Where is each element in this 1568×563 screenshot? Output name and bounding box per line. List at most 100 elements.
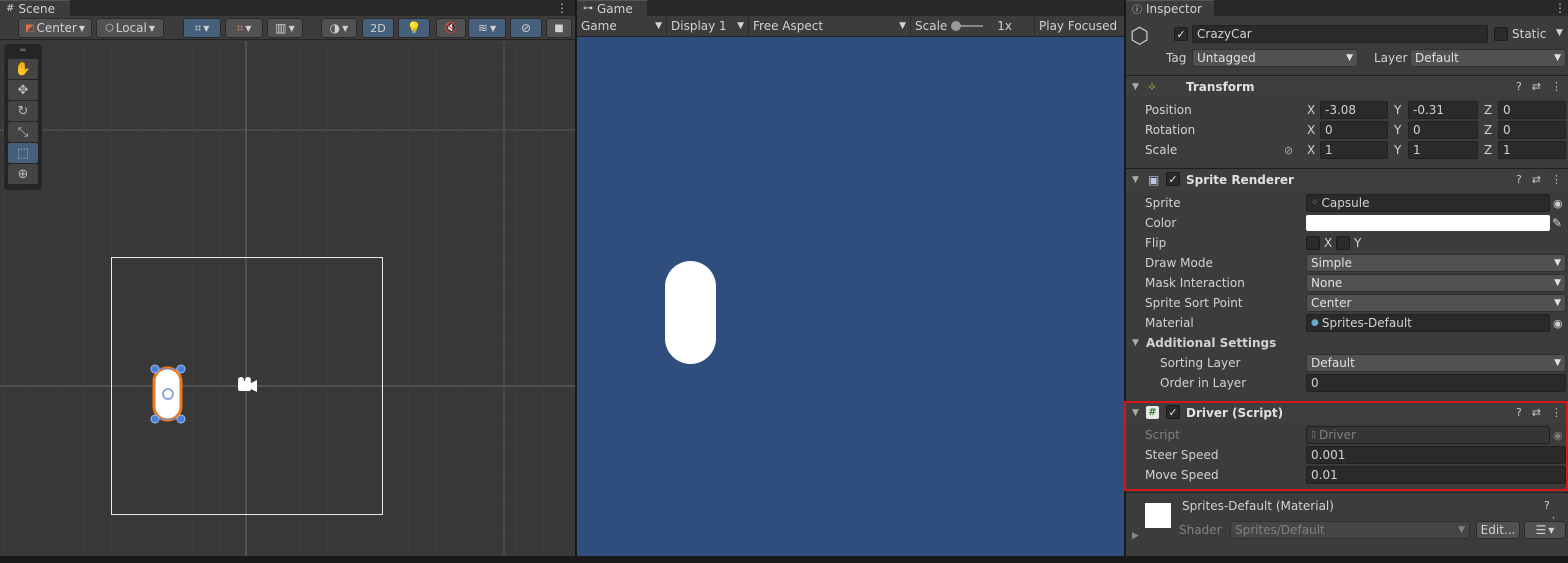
material-title: Sprites-Default (Material) (1182, 499, 1334, 513)
scene-grid[interactable] (0, 41, 575, 556)
lighting-toggle[interactable]: 💡 (398, 18, 430, 38)
help-icon[interactable]: ? (1516, 173, 1522, 186)
scale-tool[interactable]: ⤡ (8, 122, 38, 142)
move-speed-field[interactable]: 0.01 (1306, 466, 1566, 484)
game-view-dropdown[interactable]: Game ▼ (577, 15, 667, 37)
sort-point-row: Sprite Sort Point Center ▼ (1126, 293, 1568, 313)
inspector-panel: ⓘ Inspector ⋮ ⬡ ✓ CrazyCar Static ▼ Tag … (1126, 0, 1568, 556)
increment-snap-button[interactable]: ⌗ ▼ (225, 18, 263, 38)
order-in-layer-field[interactable]: 0 (1306, 374, 1566, 392)
static-checkbox[interactable] (1494, 27, 1508, 41)
display-dropdown[interactable]: Display 1 ▼ (667, 15, 749, 37)
scale-slider[interactable]: Scale 1x (911, 15, 1035, 37)
object-picker-icon[interactable]: ◉ (1553, 197, 1563, 210)
help-icon[interactable]: ? (1516, 80, 1522, 93)
foldout-arrow-icon[interactable]: ▼ (1132, 338, 1139, 348)
material-field[interactable]: ● Sprites-Default (1306, 314, 1550, 332)
rotate-tool[interactable]: ↻ (8, 101, 38, 121)
scene-view[interactable]: # Scene ⋮ ◩ Center ▼ ⬡ Local ▼ ⌗ ▼ ⌗ ▼ ▥ ▼ ◑ ▼… (0, 0, 575, 556)
mask-interaction-dropdown[interactable]: None ▼ (1306, 274, 1566, 292)
drag-handle-icon[interactable]: ═ (4, 44, 42, 58)
additional-settings-row[interactable]: ▼ Additional Settings (1126, 333, 1568, 353)
crazycar-sprite[interactable] (150, 364, 186, 424)
presets-icon[interactable]: ⇄ (1532, 173, 1541, 186)
move-tool[interactable]: ✥ (8, 80, 38, 100)
active-checkbox[interactable]: ✓ (1174, 27, 1188, 41)
driver-enabled-checkbox[interactable]: ✓ (1166, 405, 1180, 419)
sprite-renderer-header[interactable]: ▼ ▣ ✓ Sprite Renderer ? ⇄ ⋮ (1126, 168, 1568, 190)
tag-dropdown[interactable]: Untagged ▼ (1192, 49, 1358, 67)
scene-tabbar: # Scene ⋮ (0, 0, 575, 16)
scale-x-field[interactable]: 1 (1320, 141, 1388, 159)
presets-icon[interactable]: ⇄ (1532, 406, 1541, 419)
pivot-rotation-dropdown[interactable]: ⬡ Local ▼ (96, 18, 164, 38)
scene-visibility-toggle[interactable]: ⊘ (510, 18, 542, 38)
hand-tool[interactable]: ✋ (8, 59, 38, 79)
scale-y-field[interactable]: 1 (1408, 141, 1478, 159)
inspector-tabbar: ⓘ Inspector ⋮ (1126, 0, 1568, 16)
slider-thumb[interactable] (951, 21, 962, 31)
grid-snap-button[interactable]: ⌗ ▼ (183, 18, 221, 38)
constrain-proportions-icon[interactable]: ⊘ (1284, 144, 1293, 157)
aspect-dropdown[interactable]: Free Aspect ▼ (749, 15, 911, 37)
transform-tool[interactable]: ⊕ (8, 164, 38, 184)
help-icon[interactable]: ? (1544, 499, 1550, 512)
foldout-arrow-icon[interactable]: ▼ (1132, 82, 1139, 92)
object-picker-icon[interactable]: ◉ (1553, 317, 1563, 330)
object-name-field[interactable]: CrazyCar (1192, 25, 1488, 43)
tab-inspector[interactable]: ⓘ Inspector (1126, 0, 1214, 16)
rotation-y-field[interactable]: 0 (1408, 121, 1478, 139)
draw-mode-button[interactable]: ◑ ▼ (321, 18, 357, 38)
draw-mode-dropdown[interactable]: Simple ▼ (1306, 254, 1566, 272)
audio-toggle[interactable]: 🔇 (436, 18, 466, 38)
grid-visibility-button[interactable]: ▥ ▼ (267, 18, 303, 38)
gameobject-cube-icon[interactable]: ⬡ (1130, 24, 1160, 54)
scale-z-field[interactable]: 1 (1498, 141, 1566, 159)
shader-options-button[interactable]: ☰ ▼ (1524, 521, 1566, 539)
static-dropdown-caret[interactable]: ▼ (1556, 28, 1563, 38)
flip-y-checkbox[interactable] (1336, 236, 1350, 250)
position-y-field[interactable]: -0.31 (1408, 101, 1478, 119)
sorting-layer-dropdown[interactable]: Default ▼ (1306, 354, 1566, 372)
flip-x-checkbox[interactable] (1306, 236, 1320, 250)
transform-header[interactable]: ▼ ⟡ Transform ? ⇄ ⋮ (1126, 75, 1568, 97)
component-menu-icon[interactable]: ⋮ (1551, 80, 1562, 93)
game-view[interactable]: ⊶ Game Game ▼ Display 1 ▼ Free Aspect ▼ Sca… (577, 0, 1124, 556)
eyedropper-icon[interactable]: ✎ (1552, 216, 1562, 230)
sort-point-dropdown[interactable]: Center ▼ (1306, 294, 1566, 312)
sprite-renderer-enabled-checkbox[interactable]: ✓ (1166, 172, 1180, 186)
slider-track[interactable] (951, 21, 984, 31)
foldout-arrow-icon[interactable]: ▼ (1132, 175, 1139, 185)
effects-button[interactable]: ≋ ▼ (468, 18, 506, 38)
tab-game[interactable]: ⊶ Game (577, 0, 647, 16)
driver-script-header[interactable]: ▼ # ✓ Driver (Script) ? ⇄ ⋮ (1126, 401, 1568, 423)
foldout-arrow-icon[interactable]: ▼ (1132, 408, 1139, 418)
transform-icon: ⊕ (17, 166, 29, 182)
toggle-2d-button[interactable]: 2D (362, 18, 394, 38)
script-row: Script ▯ Driver ◉ (1145, 426, 1563, 444)
foldout-arrow-icon[interactable]: ▶ (1132, 531, 1139, 541)
layer-dropdown[interactable]: Default ▼ (1410, 49, 1566, 67)
sprite-field[interactable]: ⁘ Capsule (1306, 194, 1550, 212)
position-x-field[interactable]: -3.08 (1320, 101, 1388, 119)
presets-icon[interactable]: ⇄ (1532, 80, 1541, 93)
color-swatch[interactable] (1306, 215, 1550, 231)
rotation-x-field[interactable]: 0 (1320, 121, 1388, 139)
camera-settings-button[interactable]: ■ (546, 18, 572, 38)
scene-menu-icon[interactable]: ⋮ (556, 1, 568, 15)
tab-scene[interactable]: # Scene (0, 0, 70, 16)
shader-dropdown[interactable]: Sprites/Default ▼ (1230, 521, 1470, 539)
pivot-mode-dropdown[interactable]: ◩ Center ▼ (18, 18, 92, 38)
inspector-menu-icon[interactable]: ⋮ (1554, 1, 1566, 15)
position-z-field[interactable]: 0 (1498, 101, 1566, 119)
steer-speed-field[interactable]: 0.001 (1306, 446, 1566, 464)
scale-icon: ⤡ (17, 124, 29, 140)
play-focused-dropdown[interactable]: Play Focused (1035, 16, 1123, 37)
rect-tool[interactable]: ⬚ (8, 143, 38, 163)
edit-shader-button[interactable]: Edit... (1476, 521, 1520, 539)
rotation-z-field[interactable]: 0 (1498, 121, 1566, 139)
scene-toolbar: ◩ Center ▼ ⬡ Local ▼ ⌗ ▼ ⌗ ▼ ▥ ▼ ◑ ▼ 2D 💡 🔇 ≋ ▼ (0, 16, 575, 40)
component-menu-icon[interactable]: ⋮ (1551, 406, 1562, 419)
help-icon[interactable]: ? (1516, 406, 1522, 419)
component-menu-icon[interactable]: ⋮ (1551, 173, 1562, 186)
